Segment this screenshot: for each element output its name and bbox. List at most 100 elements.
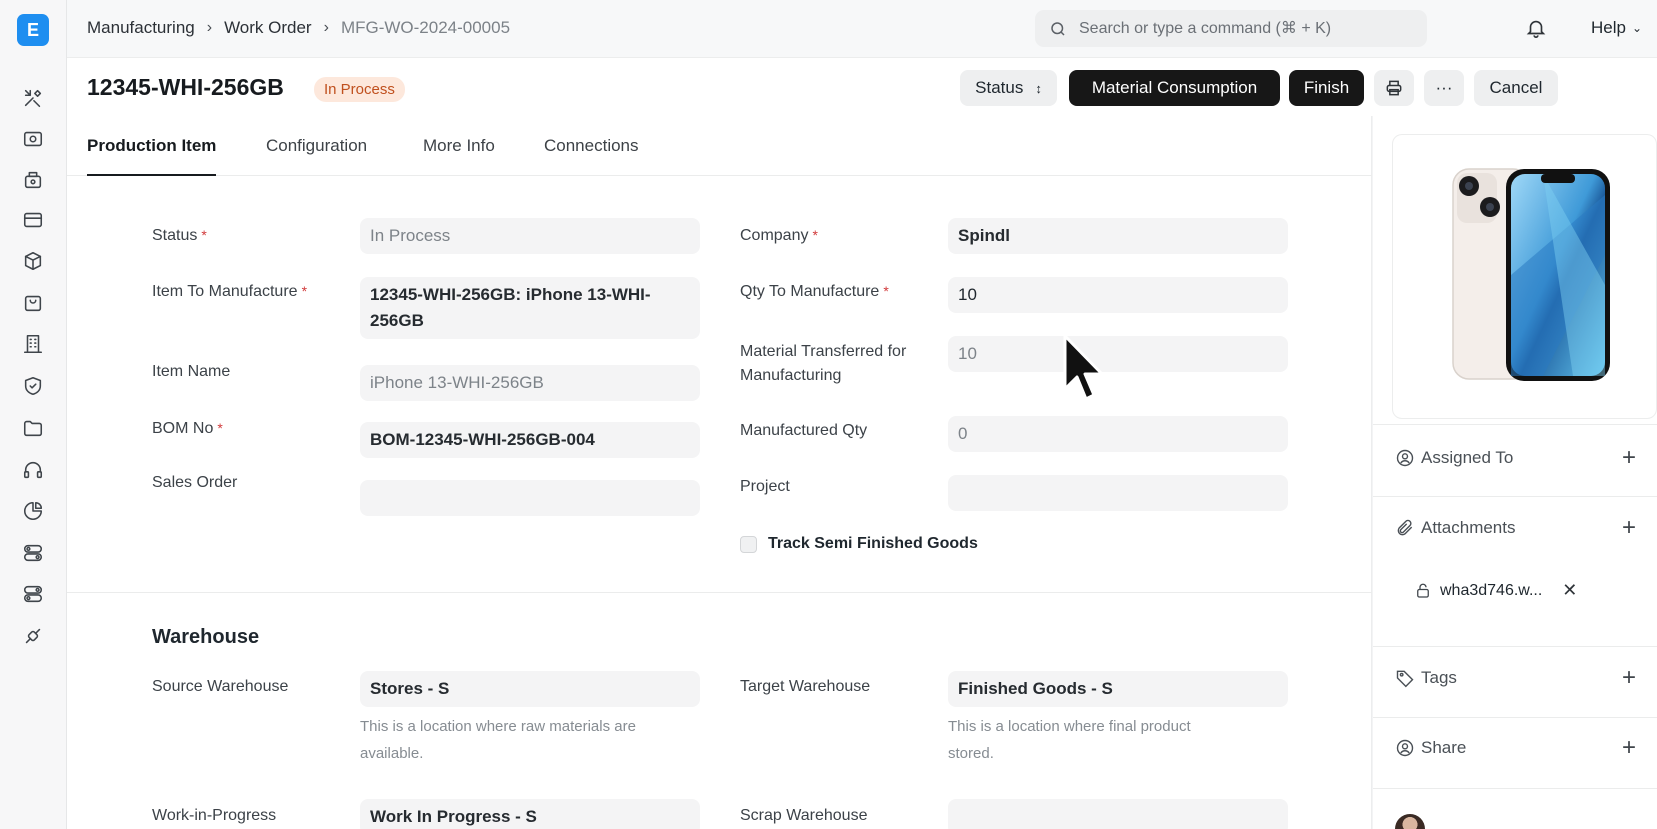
scrap-warehouse-label: Scrap Warehouse — [740, 807, 868, 824]
left-sidebar: E — [0, 0, 67, 829]
chevron-right-icon: › — [206, 19, 213, 36]
shield-icon[interactable] — [20, 373, 46, 399]
breadcrumb-manufacturing[interactable]: Manufacturing — [87, 18, 195, 38]
tab-bar: Production Item Configuration More Info … — [67, 116, 1372, 176]
breadcrumb-work-order[interactable]: Work Order — [224, 18, 312, 38]
remove-attachment-icon[interactable]: ✕ — [1562, 580, 1577, 601]
print-button[interactable] — [1374, 70, 1414, 106]
target-warehouse-field[interactable]: Finished Goods - S — [948, 671, 1288, 707]
eye-icon[interactable] — [20, 126, 46, 152]
project-field[interactable] — [948, 475, 1288, 511]
card-icon[interactable] — [20, 207, 46, 233]
phone-image — [1452, 168, 1610, 381]
paperclip-icon — [1397, 519, 1413, 536]
material-consumption-button[interactable]: Material Consumption — [1069, 70, 1280, 106]
attachment-item[interactable]: wha3d746.w... ✕ — [1414, 580, 1577, 601]
source-warehouse-help: This is a location where raw materials a… — [360, 718, 636, 762]
status-field: In Process — [360, 218, 700, 254]
more-actions-button[interactable]: ··· — [1424, 70, 1464, 106]
owner-avatar — [1395, 814, 1425, 829]
target-warehouse-help: This is a location where final product s… — [948, 718, 1191, 762]
box-icon[interactable] — [20, 248, 46, 274]
bom-no-label: BOM No * — [152, 420, 223, 437]
status-dropdown-button[interactable]: Status ↕ — [960, 70, 1057, 106]
chevron-down-icon: ⌄ — [1631, 21, 1643, 35]
add-attachment-button[interactable]: + — [1622, 514, 1636, 542]
building-icon[interactable] — [20, 331, 46, 357]
add-share-button[interactable]: + — [1622, 734, 1636, 762]
main-form: Production Item Configuration More Info … — [67, 116, 1372, 829]
status-badge: In Process — [314, 77, 405, 102]
top-bar: Manufacturing › Work Order › MFG-WO-2024… — [67, 0, 1657, 58]
item-to-manufacture-field[interactable]: 12345-WHI-256GB: iPhone 13-WHI- 256GB — [360, 277, 700, 339]
sales-order-label: Sales Order — [152, 474, 238, 491]
company-label: Company * — [740, 227, 818, 244]
headset-icon[interactable] — [20, 457, 46, 483]
pie-chart-icon[interactable] — [20, 498, 46, 524]
finish-button[interactable]: Finish — [1289, 70, 1364, 106]
section-divider — [67, 592, 1372, 593]
breadcrumb-current: MFG-WO-2024-00005 — [340, 18, 511, 37]
source-warehouse-label: Source Warehouse — [152, 678, 289, 695]
share-row: Share — [1395, 738, 1466, 758]
integration-icon[interactable] — [20, 623, 46, 649]
source-warehouse-field[interactable]: Stores - S — [360, 671, 700, 707]
bom-no-field[interactable]: BOM-12345-WHI-256GB-004 — [360, 422, 700, 458]
manufactured-qty-field: 0 — [948, 416, 1288, 452]
track-semi-finished-label: Track Semi Finished Goods — [768, 535, 978, 552]
chevron-right-icon: › — [323, 19, 329, 36]
add-assignee-button[interactable]: + — [1622, 444, 1636, 472]
panel-divider — [1373, 788, 1657, 789]
scrap-warehouse-field[interactable] — [948, 799, 1288, 829]
mouse-cursor-icon — [1063, 334, 1104, 401]
tools-icon[interactable] — [20, 85, 46, 111]
folder-icon[interactable] — [20, 415, 46, 441]
sort-icon: ↕ — [1035, 80, 1042, 96]
bag-icon[interactable] — [20, 290, 46, 316]
qty-to-manufacture-label: Qty To Manufacture * — [740, 283, 889, 300]
panel-divider — [1373, 424, 1657, 425]
lock-icon — [1417, 583, 1429, 598]
tab-production-item[interactable]: Production Item — [87, 136, 217, 176]
page-title: 12345-WHI-256GB — [87, 74, 284, 100]
app-logo[interactable]: E — [17, 14, 49, 46]
material-transferred-label: Material Transferred for Manufacturing — [740, 343, 907, 384]
wip-warehouse-field[interactable]: Work In Progress - S — [360, 799, 700, 829]
track-semi-finished-checkbox[interactable] — [740, 536, 757, 553]
material-transferred-field: 10 — [948, 336, 1288, 372]
cancel-button[interactable]: Cancel — [1474, 70, 1558, 106]
status-button-label: Status — [975, 78, 1024, 97]
attachments-row: Attachments — [1395, 518, 1516, 538]
status-label: Status * — [152, 227, 207, 244]
sales-order-field[interactable] — [360, 480, 700, 516]
toggle-icon[interactable] — [20, 581, 46, 607]
project-label: Project — [740, 478, 790, 495]
add-tag-button[interactable]: + — [1622, 664, 1636, 692]
tab-configuration[interactable]: Configuration — [266, 136, 367, 156]
cash-register-icon[interactable] — [20, 167, 46, 193]
notification-bell-icon[interactable] — [1525, 17, 1549, 41]
toggle-icon[interactable] — [20, 540, 46, 566]
help-label: Help — [1591, 18, 1626, 37]
target-warehouse-label: Target Warehouse — [740, 678, 871, 695]
help-menu[interactable]: Help ⌄ — [1591, 18, 1642, 38]
wip-warehouse-label: Work-in-Progress — [152, 807, 277, 824]
printer-icon — [1386, 80, 1402, 96]
company-field[interactable]: Spindl — [948, 218, 1288, 254]
search-bar[interactable] — [1035, 10, 1427, 47]
qty-to-manufacture-field[interactable]: 10 — [948, 277, 1288, 313]
panel-divider — [1373, 717, 1657, 718]
page-header: 12345-WHI-256GB In Process Status ↕ Mate… — [67, 58, 1657, 116]
right-sidebar: Assigned To + Attachments + wha3d746.w..… — [1373, 116, 1657, 829]
search-input[interactable] — [1079, 19, 1419, 38]
attachment-filename[interactable]: wha3d746.w... — [1440, 582, 1542, 600]
panel-divider — [1373, 496, 1657, 497]
assigned-to-label: Assigned To — [1421, 448, 1514, 467]
tab-more-info[interactable]: More Info — [423, 136, 495, 156]
warehouse-section-title: Warehouse — [152, 626, 260, 648]
assigned-to-row[interactable]: Assigned To — [1395, 448, 1513, 468]
tab-connections[interactable]: Connections — [544, 136, 639, 156]
assign-user-icon — [1396, 449, 1414, 467]
item-name-field: iPhone 13-WHI-256GB — [360, 365, 700, 401]
product-image[interactable] — [1392, 134, 1657, 419]
